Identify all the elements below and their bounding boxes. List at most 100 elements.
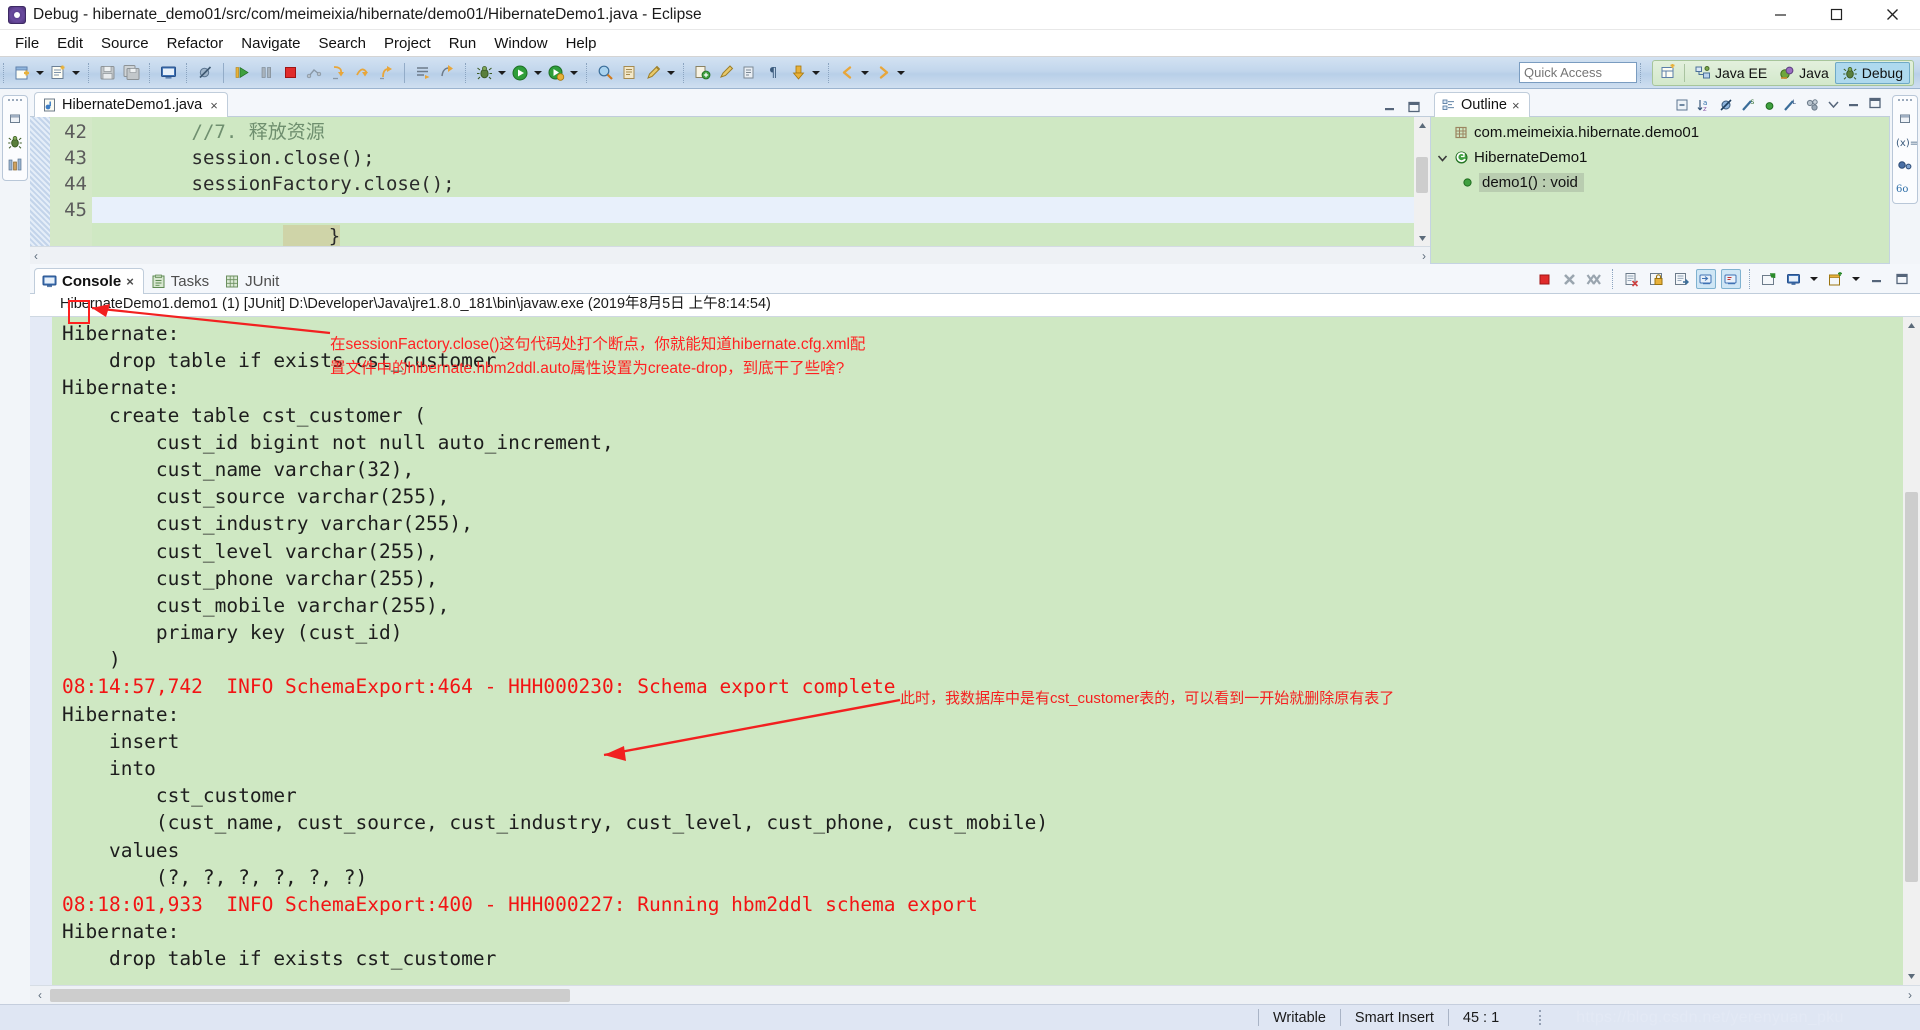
console-horizontal-scrollbar[interactable]: ‹ › xyxy=(30,985,1920,1004)
step-into-icon[interactable] xyxy=(326,61,350,85)
open-console-display-icon[interactable] xyxy=(1783,269,1803,289)
scroll-left-icon[interactable]: ‹ xyxy=(30,988,50,1002)
close-icon[interactable]: × xyxy=(210,98,218,113)
outline-row-package[interactable]: com.meimeixia.hibernate.demo01 xyxy=(1431,120,1889,145)
editor-tab-hibernatedemo1[interactable]: HibernateDemo1.java × xyxy=(34,92,228,117)
back-dropdown-icon[interactable] xyxy=(859,62,871,84)
run-coverage-icon[interactable] xyxy=(544,61,568,85)
restore-view-icon[interactable] xyxy=(4,107,26,130)
minimize-icon[interactable] xyxy=(1382,100,1398,114)
back-icon[interactable] xyxy=(835,61,859,85)
forward-icon[interactable] xyxy=(871,61,895,85)
link-with-editor-icon[interactable] xyxy=(1805,98,1820,113)
variables-view-icon[interactable] xyxy=(4,153,26,176)
menu-run[interactable]: Run xyxy=(440,32,486,55)
menu-refactor[interactable]: Refactor xyxy=(158,32,233,55)
console-view-dropdown-icon[interactable] xyxy=(1808,268,1820,290)
maximize-icon[interactable] xyxy=(1406,100,1422,114)
save-icon[interactable] xyxy=(95,61,119,85)
outline-twisty-expanded[interactable] xyxy=(1435,151,1449,165)
show-whitespace-icon[interactable]: ¶ xyxy=(762,61,786,85)
debug-bug-icon[interactable] xyxy=(472,61,496,85)
coverage-dropdown-icon[interactable] xyxy=(568,62,580,84)
sort-icon[interactable]: a z xyxy=(1697,98,1712,113)
terminate-icon[interactable] xyxy=(278,61,302,85)
new-java-dropdown-icon[interactable] xyxy=(70,62,82,84)
quick-access-input[interactable] xyxy=(1519,62,1637,83)
download-dropdown-icon[interactable] xyxy=(810,62,822,84)
scroll-left-icon[interactable]: ‹ xyxy=(34,249,38,263)
editor-horizontal-scrollbar[interactable]: ‹ › xyxy=(30,246,1430,264)
toggle-console-icon[interactable] xyxy=(156,61,180,85)
console-scroll-thumb[interactable] xyxy=(1905,492,1918,882)
maximize-icon[interactable] xyxy=(1892,269,1912,289)
editor-vertical-scrollbar[interactable] xyxy=(1414,117,1430,246)
open-console-new-icon[interactable] xyxy=(1825,269,1845,289)
scroll-right-icon[interactable]: › xyxy=(1900,988,1920,1002)
suspend-icon[interactable] xyxy=(254,61,278,85)
menu-window[interactable]: Window xyxy=(485,32,556,55)
clear-console-icon[interactable] xyxy=(1621,269,1641,289)
console-hscroll-thumb[interactable] xyxy=(50,989,570,1002)
run-icon[interactable] xyxy=(508,61,532,85)
outline-tab[interactable]: Outline × xyxy=(1434,92,1530,117)
open-console-dropdown-icon[interactable] xyxy=(1850,268,1862,290)
remove-all-terminated-icon[interactable] xyxy=(1584,269,1604,289)
run-dropdown-icon[interactable] xyxy=(532,62,544,84)
hide-local-types-icon[interactable]: L xyxy=(1783,98,1798,113)
minimize-icon[interactable] xyxy=(1847,96,1861,114)
expressions-view-icon[interactable]: 6o xyxy=(1894,176,1916,199)
perspective-debug[interactable]: Debug xyxy=(1835,62,1910,84)
new-wizard-icon[interactable] xyxy=(10,61,34,85)
perspective-java[interactable]: Java xyxy=(1773,62,1835,84)
debug-view-icon[interactable] xyxy=(4,130,26,153)
menu-search[interactable]: Search xyxy=(309,32,375,55)
step-over-icon[interactable] xyxy=(350,61,374,85)
hide-static-icon[interactable]: S xyxy=(1741,98,1756,113)
minimize-button[interactable] xyxy=(1752,0,1808,30)
close-icon[interactable]: × xyxy=(1512,98,1520,113)
tab-junit[interactable]: JUnit xyxy=(218,268,288,294)
menu-edit[interactable]: Edit xyxy=(48,32,92,55)
scroll-up-icon[interactable] xyxy=(1414,117,1430,133)
perspective-java-ee[interactable]: Java EE xyxy=(1689,62,1773,84)
variables-view-icon[interactable]: (x)= xyxy=(1894,130,1916,153)
remove-launch-icon[interactable] xyxy=(1559,269,1579,289)
rail-drag-handle[interactable] xyxy=(1898,99,1912,104)
step-return-icon[interactable] xyxy=(374,61,398,85)
forward-dropdown-icon[interactable] xyxy=(895,62,907,84)
open-console-icon[interactable] xyxy=(1721,269,1741,289)
tab-tasks[interactable]: Tasks xyxy=(144,268,218,294)
open-perspective-icon[interactable] xyxy=(1656,61,1680,85)
save-all-icon[interactable] xyxy=(119,61,143,85)
menu-help[interactable]: Help xyxy=(557,32,606,55)
run-last-tool-icon[interactable] xyxy=(411,61,435,85)
search-icon[interactable] xyxy=(593,61,617,85)
menu-navigate[interactable]: Navigate xyxy=(232,32,309,55)
editor-scroll-thumb[interactable] xyxy=(1416,157,1428,193)
new-dropdown-icon[interactable] xyxy=(34,62,46,84)
breakpoints-view-icon[interactable] xyxy=(1894,153,1916,176)
minimize-icon[interactable] xyxy=(1867,269,1887,289)
scroll-down-icon[interactable] xyxy=(1414,230,1430,246)
new-console-view-icon[interactable] xyxy=(1758,269,1778,289)
hide-nonpublic-icon[interactable] xyxy=(1763,99,1776,112)
download-icon[interactable] xyxy=(786,61,810,85)
new-java-class-icon[interactable] xyxy=(46,61,70,85)
editor-marker-column[interactable] xyxy=(30,117,50,246)
maximize-button[interactable] xyxy=(1808,0,1864,30)
skip-all-breakpoints-icon[interactable] xyxy=(193,61,217,85)
scroll-lock-icon[interactable] xyxy=(1646,269,1666,289)
menu-file[interactable]: File xyxy=(6,32,48,55)
maximize-icon[interactable] xyxy=(1868,96,1882,114)
hide-fields-icon[interactable] xyxy=(1719,98,1734,113)
previous-edit-icon[interactable] xyxy=(714,61,738,85)
editor-code-area[interactable]: //7. 释放资源 session.close(); sessionFactor… xyxy=(92,117,1414,246)
menu-source[interactable]: Source xyxy=(92,32,158,55)
pin-console-icon[interactable] xyxy=(1671,269,1691,289)
view-menu-icon[interactable] xyxy=(1827,96,1840,114)
menu-project[interactable]: Project xyxy=(375,32,440,55)
annotation-icon[interactable] xyxy=(641,61,665,85)
restore-view-icon[interactable] xyxy=(1894,107,1916,130)
next-annotation-icon[interactable] xyxy=(690,61,714,85)
